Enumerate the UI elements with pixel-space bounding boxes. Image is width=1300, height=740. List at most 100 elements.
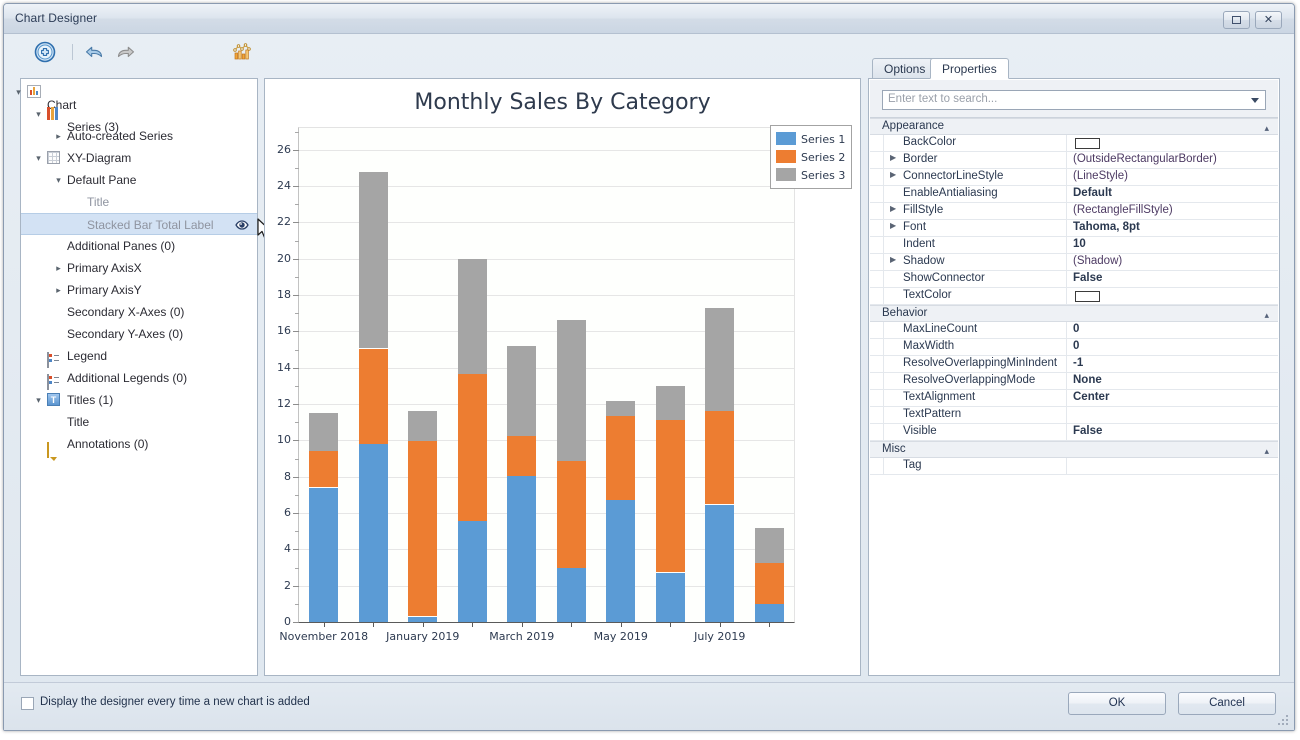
x-axis-label: July 2019 <box>694 630 746 643</box>
color-swatch[interactable] <box>1075 138 1100 149</box>
tree-item[interactable]: Primary AxisY <box>21 279 257 301</box>
tree-item[interactable]: Additional Panes (0) <box>21 235 257 257</box>
property-name: MaxLineCount <box>903 323 978 335</box>
property-row[interactable]: EnableAntialiasing Default <box>870 186 1278 203</box>
property-group-header[interactable]: Appearance ▴ <box>870 118 1278 135</box>
chart-wizard-button[interactable] <box>228 38 256 66</box>
row-left-divider <box>883 373 884 389</box>
tree-item[interactable]: Default Pane <box>21 169 257 191</box>
chevron-down-icon[interactable] <box>53 169 64 191</box>
chevron-down-icon[interactable] <box>33 103 44 125</box>
cancel-button[interactable]: Cancel <box>1178 692 1276 715</box>
chevron-down-icon[interactable] <box>33 389 44 411</box>
undo-button[interactable] <box>81 38 109 66</box>
bar-segment <box>656 573 685 622</box>
chevron-right-icon[interactable]: ▶ <box>890 204 896 213</box>
property-row[interactable]: ▶ Border (OutsideRectangularBorder) <box>870 152 1278 169</box>
chevron-up-icon[interactable]: ▴ <box>1264 124 1269 133</box>
property-row[interactable]: ▶ Font Tahoma, 8pt <box>870 220 1278 237</box>
bar-segment <box>557 320 586 461</box>
chevron-up-icon[interactable]: ▴ <box>1264 447 1269 456</box>
checkbox-box[interactable] <box>21 697 34 710</box>
chevron-right-icon[interactable] <box>53 279 64 301</box>
y-axis-label: 6 <box>284 506 291 519</box>
chevron-down-icon[interactable] <box>1251 98 1259 103</box>
tree-item[interactable]: Chart <box>21 81 257 112</box>
property-group-header[interactable]: Misc ▴ <box>870 441 1278 458</box>
tree-item[interactable]: XY-Diagram <box>21 147 257 169</box>
y-axis-tick <box>293 549 299 550</box>
row-value-divider <box>1066 356 1067 372</box>
property-group-header[interactable]: Behavior ▴ <box>870 305 1278 322</box>
chevron-down-icon[interactable] <box>13 81 24 103</box>
property-row[interactable]: BackColor <box>870 135 1278 152</box>
bar-segment <box>408 411 437 441</box>
property-row[interactable]: ResolveOverlappingMinIndent -1 <box>870 356 1278 373</box>
chevron-right-icon[interactable]: ▶ <box>890 170 896 179</box>
tree-item-label: Default Pane <box>67 173 137 187</box>
property-row[interactable]: ShowConnector False <box>870 271 1278 288</box>
ok-button[interactable]: OK <box>1068 692 1166 715</box>
property-row[interactable]: MaxLineCount 0 <box>870 322 1278 339</box>
property-row[interactable]: ▶ ConnectorLineStyle (LineStyle) <box>870 169 1278 186</box>
row-value-divider <box>1066 135 1067 151</box>
property-name: TextPattern <box>903 408 962 420</box>
tree-item[interactable]: Legend <box>21 345 257 368</box>
chevron-down-icon[interactable] <box>33 147 44 169</box>
property-value: None <box>1073 374 1102 386</box>
restore-button[interactable] <box>1223 11 1250 29</box>
plot-area: 0 2 4 6 8 10 12 14 16 18 20 22 24 26 <box>277 127 795 628</box>
tree-item[interactable]: Stacked Bar Total Label <box>21 213 257 235</box>
property-row[interactable]: Tag <box>870 458 1278 475</box>
x-axis-tick <box>522 622 523 627</box>
x-axis-label: March 2019 <box>489 630 555 643</box>
property-row[interactable]: ▶ Shadow (Shadow) <box>870 254 1278 271</box>
tree-item[interactable]: Secondary X-Axes (0) <box>21 301 257 323</box>
redo-button[interactable] <box>111 38 139 66</box>
tree-item[interactable]: Title <box>21 411 257 433</box>
row-value-divider <box>1066 237 1067 253</box>
chevron-right-icon[interactable] <box>53 257 64 279</box>
chevron-right-icon[interactable]: ▶ <box>890 153 896 162</box>
chevron-right-icon[interactable]: ▶ <box>890 221 896 230</box>
close-icon: ✕ <box>1263 14 1274 26</box>
y-axis-tick <box>293 222 299 223</box>
tree-item[interactable]: Auto-created Series <box>21 125 257 147</box>
property-row[interactable]: ResolveOverlappingMode None <box>870 373 1278 390</box>
resize-grip[interactable] <box>1278 715 1290 727</box>
tree-item[interactable]: Annotations (0) <box>21 433 257 458</box>
add-chart-button[interactable] <box>31 38 59 66</box>
visibility-eye-icon[interactable] <box>235 218 249 232</box>
row-value-divider <box>1066 169 1067 185</box>
chart-element-tree[interactable]: ChartSeries (3)Auto-created Series XY-Dia… <box>20 78 271 676</box>
tree-item[interactable]: Additional Legends (0) <box>21 367 257 390</box>
row-left-divider <box>883 135 884 151</box>
search-input[interactable]: Enter text to search... <box>882 90 1266 110</box>
tab-properties[interactable]: Properties <box>930 58 1009 79</box>
property-value: False <box>1073 425 1103 437</box>
tree-item[interactable]: Primary AxisX <box>21 257 257 279</box>
property-name: Shadow <box>903 255 945 267</box>
property-row[interactable]: Indent 10 <box>870 237 1278 254</box>
tree-item[interactable]: T Titles (1) <box>21 389 257 411</box>
property-row[interactable]: TextColor <box>870 288 1278 305</box>
legend-item: Series 2 <box>776 148 845 166</box>
y-axis-label: 26 <box>277 143 291 156</box>
property-row[interactable]: TextAlignment Center <box>870 390 1278 407</box>
tree-item[interactable]: Secondary Y-Axes (0) <box>21 323 257 345</box>
chevron-right-icon[interactable] <box>53 125 64 147</box>
legend-icon <box>47 352 59 368</box>
chevron-right-icon[interactable]: ▶ <box>890 255 896 264</box>
property-row[interactable]: MaxWidth 0 <box>870 339 1278 356</box>
property-row[interactable]: TextPattern <box>870 407 1278 424</box>
close-button[interactable]: ✕ <box>1255 11 1282 29</box>
tab-options[interactable]: Options <box>872 58 938 79</box>
row-left-divider <box>883 186 884 202</box>
y-gridline <box>299 150 794 151</box>
tree-item[interactable]: Series (3) <box>21 103 257 134</box>
chevron-up-icon[interactable]: ▴ <box>1264 311 1269 320</box>
property-row[interactable]: ▶ FillStyle (RectangleFillStyle) <box>870 203 1278 220</box>
tree-item[interactable]: Title <box>21 191 257 213</box>
property-row[interactable]: Visible False <box>870 424 1278 441</box>
color-swatch[interactable] <box>1075 291 1100 302</box>
